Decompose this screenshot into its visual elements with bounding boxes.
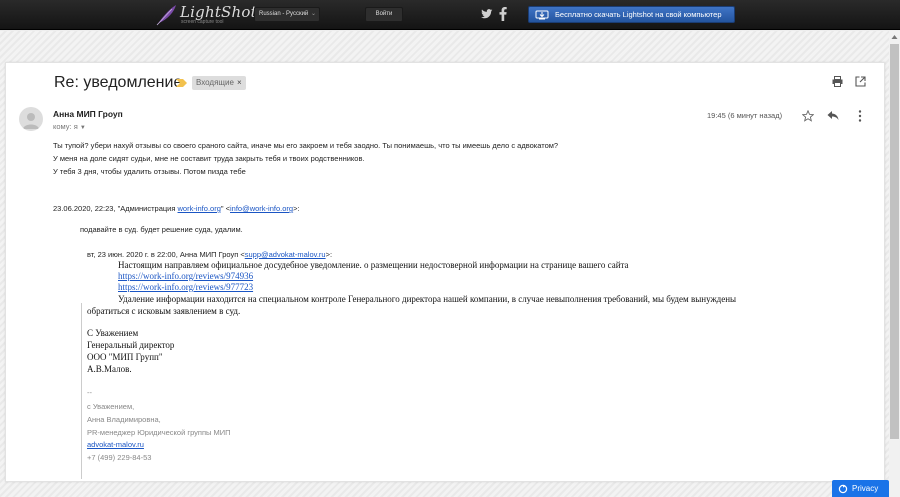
body-line: У меня на доле сидят судьи, мне не соста… (53, 154, 365, 163)
scroll-up-arrow-icon[interactable] (891, 34, 898, 40)
computer-download-icon (535, 10, 549, 20)
website-link[interactable]: advokat-malov.ru (87, 440, 144, 449)
quote-header-mid: " < (220, 204, 231, 213)
chevron-down-icon: ▼ (79, 125, 86, 131)
inbox-label-badge[interactable]: Входящие × (192, 76, 246, 90)
print-icon[interactable] (832, 76, 843, 87)
twitter-icon[interactable] (481, 8, 493, 20)
facebook-icon[interactable] (499, 7, 507, 21)
signature-separator: -- (87, 388, 92, 397)
quote-header-suffix: >: (325, 250, 333, 259)
email-card: Re: уведомление Входящие × Анна МИП Гроуп… (5, 62, 885, 482)
quote-header-prefix: вт, 23 июн. 2020 г. в 22:00, Анна МИП Гр… (87, 250, 245, 259)
remove-label-icon[interactable]: × (237, 78, 242, 87)
review-link[interactable]: https://work-info.org/reviews/977723 (118, 282, 253, 292)
quote-header: вт, 23 июн. 2020 г. в 22:00, Анна МИП Гр… (87, 250, 332, 259)
download-button[interactable]: Бесплатно скачать Lightshot на свой комп… (528, 6, 735, 23)
language-select-value: Russian - Русский (259, 11, 309, 17)
user-silhouette-icon (23, 113, 39, 129)
reply-icon[interactable] (827, 110, 839, 121)
email-link[interactable]: info@work-info.org (230, 204, 293, 213)
email-subject: Re: уведомление (54, 74, 183, 91)
notice-line: обратиться с исковым заявлением в суд. (87, 306, 241, 316)
quote-border (81, 303, 82, 479)
notice-line: Удаление информации находится на специал… (118, 294, 737, 304)
email-timestamp: 19:45 (6 минут назад) (707, 111, 783, 120)
recaptcha-icon (838, 484, 848, 494)
language-select[interactable]: Russian - Русский ⌄ (254, 7, 320, 22)
review-link[interactable]: https://work-info.org/reviews/974936 (118, 271, 253, 281)
privacy-label: Privacy (852, 484, 879, 493)
body-line: У тебя 3 дня, чтобы удалить отзывы. Пото… (53, 167, 246, 176)
scrollbar-thumb[interactable] (890, 44, 899, 439)
privacy-badge[interactable]: Privacy (832, 480, 889, 497)
signature-line: А.В.Малов. (87, 364, 132, 374)
quote-header-suffix: >: (293, 204, 300, 213)
lightshot-topbar: LightShot screen capture tool Russian - … (0, 0, 900, 30)
review-link-text: https://work-info.org/reviews/977723 (118, 282, 254, 292)
review-link-text: https://work-info.org/reviews/974936 (118, 271, 254, 281)
notice-line: Настоящим направляем официальное досудеб… (118, 260, 629, 270)
star-icon[interactable] (802, 110, 814, 122)
site-link[interactable]: work-info.org (178, 204, 221, 213)
logo-subtitle: screen capture tool (181, 19, 224, 25)
signature-line: С Уважением (87, 328, 139, 338)
email-link[interactable]: supp@advokat-malov.ru (245, 250, 326, 259)
signature-line: PR-менеджер Юридической группы МИП (87, 428, 231, 437)
body-line: Ты тупой? убери нахуй отзывы со своего с… (53, 141, 559, 150)
website-link-text: advokat-malov.ru (87, 440, 144, 449)
download-button-label: Бесплатно скачать Lightshot на свой комп… (555, 10, 722, 19)
login-button[interactable]: Войти (365, 7, 403, 22)
recipient-details[interactable]: кому: я ▼ (53, 122, 86, 131)
recipient-text: кому: я (53, 122, 78, 131)
quoted-reply-text: подавайте в суд. будет решение суда, уда… (80, 225, 243, 234)
signature-line: с Уважением, (87, 402, 135, 411)
signature-line: Генеральный директор (87, 340, 175, 350)
more-options-icon[interactable] (858, 110, 862, 122)
signature-line: Анна Владимировна, (87, 415, 161, 424)
phone-number: +7 (499) 229-84-53 (87, 453, 152, 462)
signature-line: ООО "МИП Групп" (87, 352, 163, 362)
quote-header-prefix: 23.06.2020, 22:23, "Администрация (53, 204, 178, 213)
sender-name: Анна МИП Гроуп (53, 109, 123, 119)
chevron-down-icon: ⌄ (310, 11, 316, 17)
open-in-new-window-icon[interactable] (855, 76, 866, 87)
avatar (19, 107, 43, 131)
inbox-label-text: Входящие (196, 78, 234, 87)
feather-logo-icon (156, 5, 176, 26)
quote-header: 23.06.2020, 22:23, "Администрация work-i… (53, 204, 300, 213)
importance-marker-icon[interactable] (176, 79, 187, 87)
